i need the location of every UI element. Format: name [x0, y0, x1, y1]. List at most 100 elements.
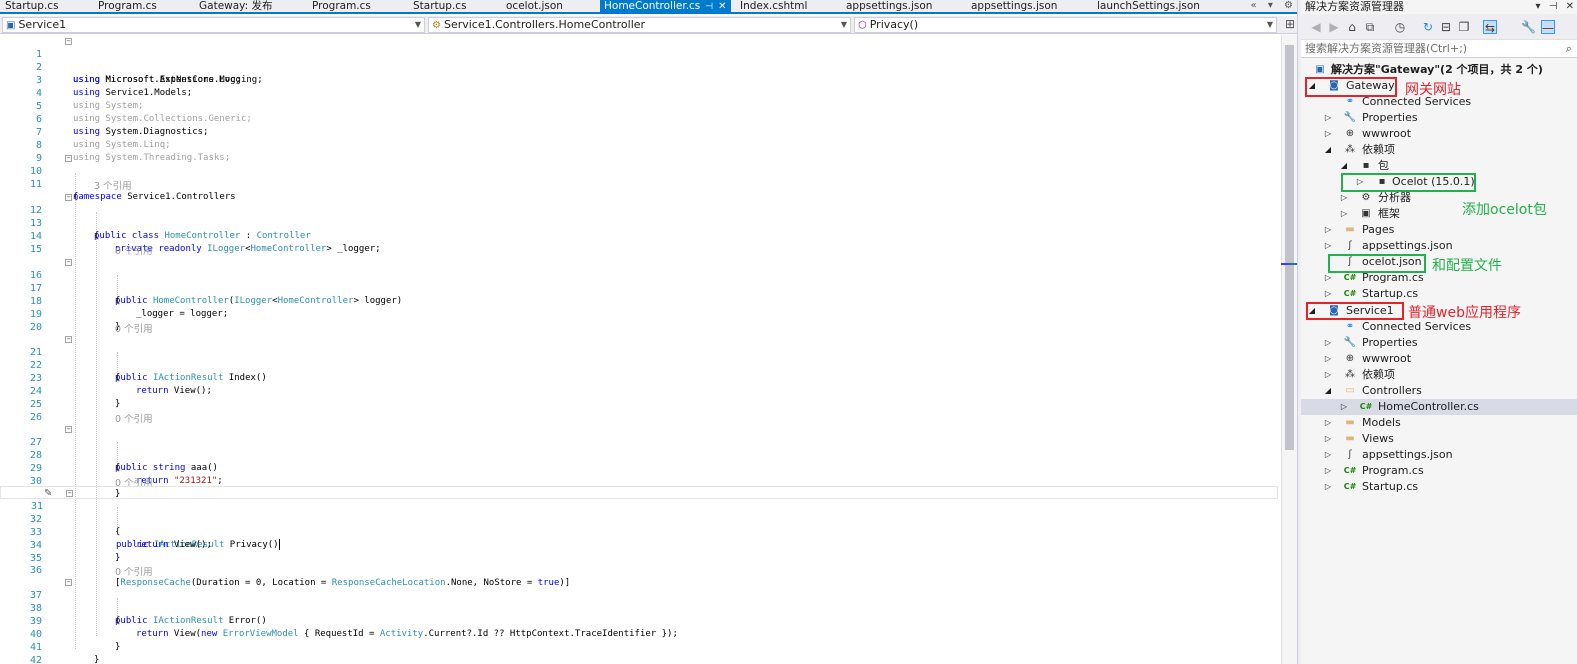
collapse-icon[interactable]: −: [65, 336, 72, 343]
collapse-icon[interactable]: −: [65, 194, 72, 201]
tree-node-dependencies[interactable]: ◢ ⁂ 依赖项: [1301, 142, 1577, 158]
tree-node-views[interactable]: ▷ ▬ Views: [1301, 431, 1577, 447]
tree-node-label: Models: [1362, 416, 1401, 429]
expanded-arrow-icon[interactable]: ◢: [1323, 383, 1333, 399]
collapse-icon[interactable]: −: [65, 426, 72, 433]
tree-node-models[interactable]: ▷ ▬ Models: [1301, 415, 1577, 431]
tree-node-label: 依赖项: [1362, 368, 1395, 381]
tab-homecontroller-cs[interactable]: HomeController.cs ⊣ ✕: [600, 0, 731, 12]
home-icon[interactable]: ⌂: [1345, 20, 1359, 34]
collapsed-arrow-icon[interactable]: ▷: [1323, 110, 1333, 126]
back-icon[interactable]: ◀: [1309, 20, 1323, 34]
code-line: 23 return View();: [0, 359, 1278, 396]
switch-views-icon[interactable]: ⧉: [1363, 20, 1377, 34]
window-position-icon[interactable]: ▾: [1535, 1, 1540, 12]
collapse-icon[interactable]: −: [66, 490, 73, 497]
tab-startup-cs[interactable]: Startup.cs: [5, 0, 59, 12]
scrollbar-thumb[interactable]: [1285, 45, 1294, 450]
code-line: 19 }: [0, 295, 1278, 332]
member-dropdown[interactable]: ⬡ Privacy() ▼: [854, 17, 1277, 33]
folder-icon: ▬: [1345, 433, 1355, 444]
tree-node-wwwroot[interactable]: ▷ ⊕ wwwroot: [1301, 126, 1577, 142]
tree-node-appsettings[interactable]: ▷ ʃ appsettings.json: [1301, 447, 1577, 463]
collapsed-arrow-icon[interactable]: ▷: [1323, 335, 1333, 351]
tree-node-controllers[interactable]: ◢ ▭ Controllers: [1301, 383, 1577, 399]
tab-dropdown-icon[interactable]: ▾: [1268, 0, 1273, 11]
expanded-arrow-icon[interactable]: ◢: [1339, 158, 1349, 174]
sync-with-document-icon[interactable]: ⇆: [1483, 20, 1497, 35]
collapsed-arrow-icon[interactable]: ▷: [1323, 431, 1333, 447]
type-name: ILogger: [207, 244, 246, 254]
collapsed-arrow-icon[interactable]: ▷: [1339, 399, 1349, 415]
pin-icon[interactable]: ⊣: [705, 2, 713, 12]
editor-vertical-scrollbar[interactable]: [1281, 35, 1298, 664]
codelens-references[interactable]: 0 个引用: [115, 243, 153, 257]
code-line: 5 using System.Collections.Generic;: [0, 87, 1278, 124]
collapse-icon[interactable]: −: [65, 155, 72, 162]
code-line: 21 − public IActionResult Index(): [0, 333, 1278, 384]
properties-icon[interactable]: 🔧: [1521, 20, 1536, 34]
tab-ocelot-json[interactable]: ocelot.json: [506, 0, 563, 12]
collapsed-arrow-icon[interactable]: ▷: [1323, 126, 1333, 142]
tab-gateway-publish[interactable]: Gateway: 发布: [199, 0, 273, 12]
tab-launchsettings-json[interactable]: launchSettings.json: [1097, 0, 1200, 12]
split-editor-icon[interactable]: ⊞: [1285, 17, 1295, 31]
tree-node-startup-cs[interactable]: ▷ C# Startup.cs: [1301, 479, 1577, 495]
search-icon[interactable]: ⌕: [1566, 40, 1572, 57]
line-number: 11: [29, 179, 42, 190]
tab-program-cs[interactable]: Program.cs: [98, 0, 157, 12]
tree-node-pages[interactable]: ▷ ▬ Pages: [1301, 222, 1577, 238]
annotation-config-note: 和配置文件: [1432, 258, 1502, 274]
solution-explorer-search[interactable]: 搜索解决方案资源管理器(Ctrl+;) ⌕: [1301, 40, 1577, 58]
tree-node-homecontroller-cs[interactable]: ▷ C# HomeController.cs: [1301, 399, 1577, 415]
type-dropdown[interactable]: ⚙ Service1.Controllers.HomeController ▼: [428, 17, 851, 33]
tree-node-program-cs[interactable]: ▷ C# Program.cs: [1301, 463, 1577, 479]
collapsed-arrow-icon[interactable]: ▷: [1323, 447, 1333, 463]
refresh-icon[interactable]: ↻: [1421, 20, 1435, 34]
collapsed-arrow-icon[interactable]: ▷: [1323, 222, 1333, 238]
expanded-arrow-icon[interactable]: ◢: [1323, 142, 1333, 158]
collapse-icon[interactable]: −: [65, 38, 72, 45]
collapsed-arrow-icon[interactable]: ▷: [1339, 190, 1349, 206]
annotation-service-note: 普通web应用程序: [1408, 305, 1521, 321]
tree-node-properties[interactable]: ▷ 🔧 Properties: [1301, 110, 1577, 126]
close-icon[interactable]: ✕: [1566, 1, 1574, 12]
settings-icon[interactable]: ⚙: [1284, 0, 1293, 11]
codelens-references[interactable]: 3 个引用: [94, 178, 132, 192]
collapse-icon[interactable]: −: [65, 259, 72, 266]
pin-icon[interactable]: ⊣: [1549, 1, 1558, 12]
tab-appsettings-json-2[interactable]: appsettings.json: [971, 0, 1057, 12]
code-editor[interactable]: 1 − using Microsoft.AspNetCore.Mvc; 2 us…: [0, 35, 1281, 664]
collapsed-arrow-icon[interactable]: ▷: [1323, 463, 1333, 479]
tree-node-appsettings[interactable]: ▷ ʃ appsettings.json: [1301, 238, 1577, 254]
project-dropdown[interactable]: ▣ Service1 ▼: [2, 17, 425, 33]
preview-icon[interactable]: —: [1541, 20, 1555, 35]
close-icon[interactable]: ✕: [718, 1, 726, 12]
search-input[interactable]: 搜索解决方案资源管理器(Ctrl+;): [1305, 42, 1467, 55]
collapsed-arrow-icon[interactable]: ▷: [1323, 479, 1333, 495]
tree-node-properties[interactable]: ▷ 🔧 Properties: [1301, 335, 1577, 351]
collapse-icon[interactable]: −: [65, 579, 72, 586]
history-icon[interactable]: ◷: [1393, 20, 1407, 34]
show-all-files-icon[interactable]: ❐: [1457, 20, 1471, 34]
forward-icon[interactable]: ▶: [1327, 20, 1341, 34]
tree-node-solution[interactable]: ▣ 解决方案"Gateway"(2 个项目，共 2 个): [1301, 62, 1577, 78]
tree-node-packages[interactable]: ◢ ▪ 包: [1301, 158, 1577, 174]
collapsed-arrow-icon[interactable]: ▷: [1323, 367, 1333, 383]
tree-node-label: HomeController.cs: [1378, 400, 1479, 413]
tab-program-cs-2[interactable]: Program.cs: [312, 0, 371, 12]
collapse-all-icon[interactable]: ⊟: [1439, 20, 1453, 34]
tab-startup-cs-2[interactable]: Startup.cs: [413, 0, 467, 12]
collapsed-arrow-icon[interactable]: ▷: [1323, 351, 1333, 367]
tab-appsettings-json[interactable]: appsettings.json: [846, 0, 932, 12]
tab-index-cshtml[interactable]: Index.cshtml: [740, 0, 807, 12]
collapsed-arrow-icon[interactable]: ▷: [1323, 415, 1333, 431]
tree-node-startup-cs[interactable]: ▷ C# Startup.cs: [1301, 286, 1577, 302]
tree-node-wwwroot[interactable]: ▷ ⊕ wwwroot: [1301, 351, 1577, 367]
collapsed-arrow-icon[interactable]: ▷: [1323, 286, 1333, 302]
tab-overflow-icon[interactable]: «: [1251, 0, 1257, 11]
collapsed-arrow-icon[interactable]: ▷: [1323, 238, 1333, 254]
quick-actions-brush-icon[interactable]: ✎: [44, 487, 52, 500]
tree-node-dependencies[interactable]: ▷ ⁂ 依赖项: [1301, 367, 1577, 383]
collapsed-arrow-icon[interactable]: ▷: [1339, 206, 1349, 222]
